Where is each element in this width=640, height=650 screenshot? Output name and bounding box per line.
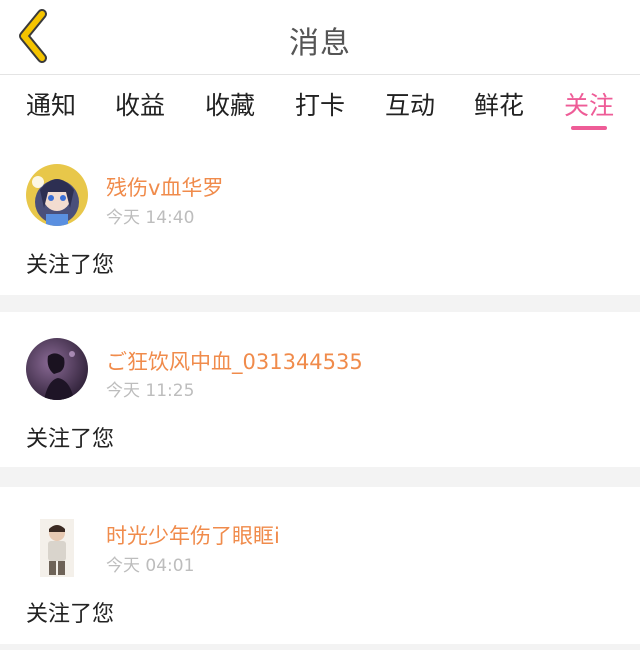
avatar[interactable] <box>26 517 88 579</box>
divider <box>0 295 640 312</box>
list-item: ご狂饮风中血_031344535 今天 11:25 关注了您 <box>0 312 640 467</box>
active-tab-indicator <box>571 126 607 130</box>
avatar[interactable] <box>26 164 88 226</box>
list-item: 时光少年伤了眼眶i 今天 04:01 关注了您 <box>0 487 640 650</box>
divider <box>0 644 640 650</box>
message-text: 关注了您 <box>26 602 115 627</box>
tab-interaction[interactable]: 互动 <box>385 86 435 122</box>
top-bar: 消息 <box>0 0 640 75</box>
tab-flowers[interactable]: 鲜花 <box>474 86 524 122</box>
tab-checkin[interactable]: 打卡 <box>295 86 345 122</box>
tab-bar: 通知 收益 收藏 打卡 互动 鲜花 关注 <box>0 76 640 140</box>
tab-notification[interactable]: 通知 <box>26 86 76 122</box>
timestamp: 今天 14:40 <box>106 208 195 228</box>
tab-follow[interactable]: 关注 <box>564 86 614 122</box>
message-text: 关注了您 <box>26 253 115 278</box>
list-item: 残伤v血华罗 今天 14:40 关注了您 <box>0 140 640 295</box>
avatar[interactable] <box>26 338 88 400</box>
timestamp: 今天 11:25 <box>106 381 195 401</box>
tab-earnings[interactable]: 收益 <box>115 86 165 122</box>
message-text: 关注了您 <box>26 427 115 452</box>
tab-favorites[interactable]: 收藏 <box>205 86 255 122</box>
username[interactable]: ご狂饮风中血_031344535 <box>106 346 363 376</box>
username[interactable]: 时光少年伤了眼眶i <box>106 520 280 550</box>
timestamp: 今天 04:01 <box>106 556 195 576</box>
username[interactable]: 残伤v血华罗 <box>106 172 223 202</box>
page-title: 消息 <box>289 26 351 61</box>
divider <box>0 467 640 487</box>
